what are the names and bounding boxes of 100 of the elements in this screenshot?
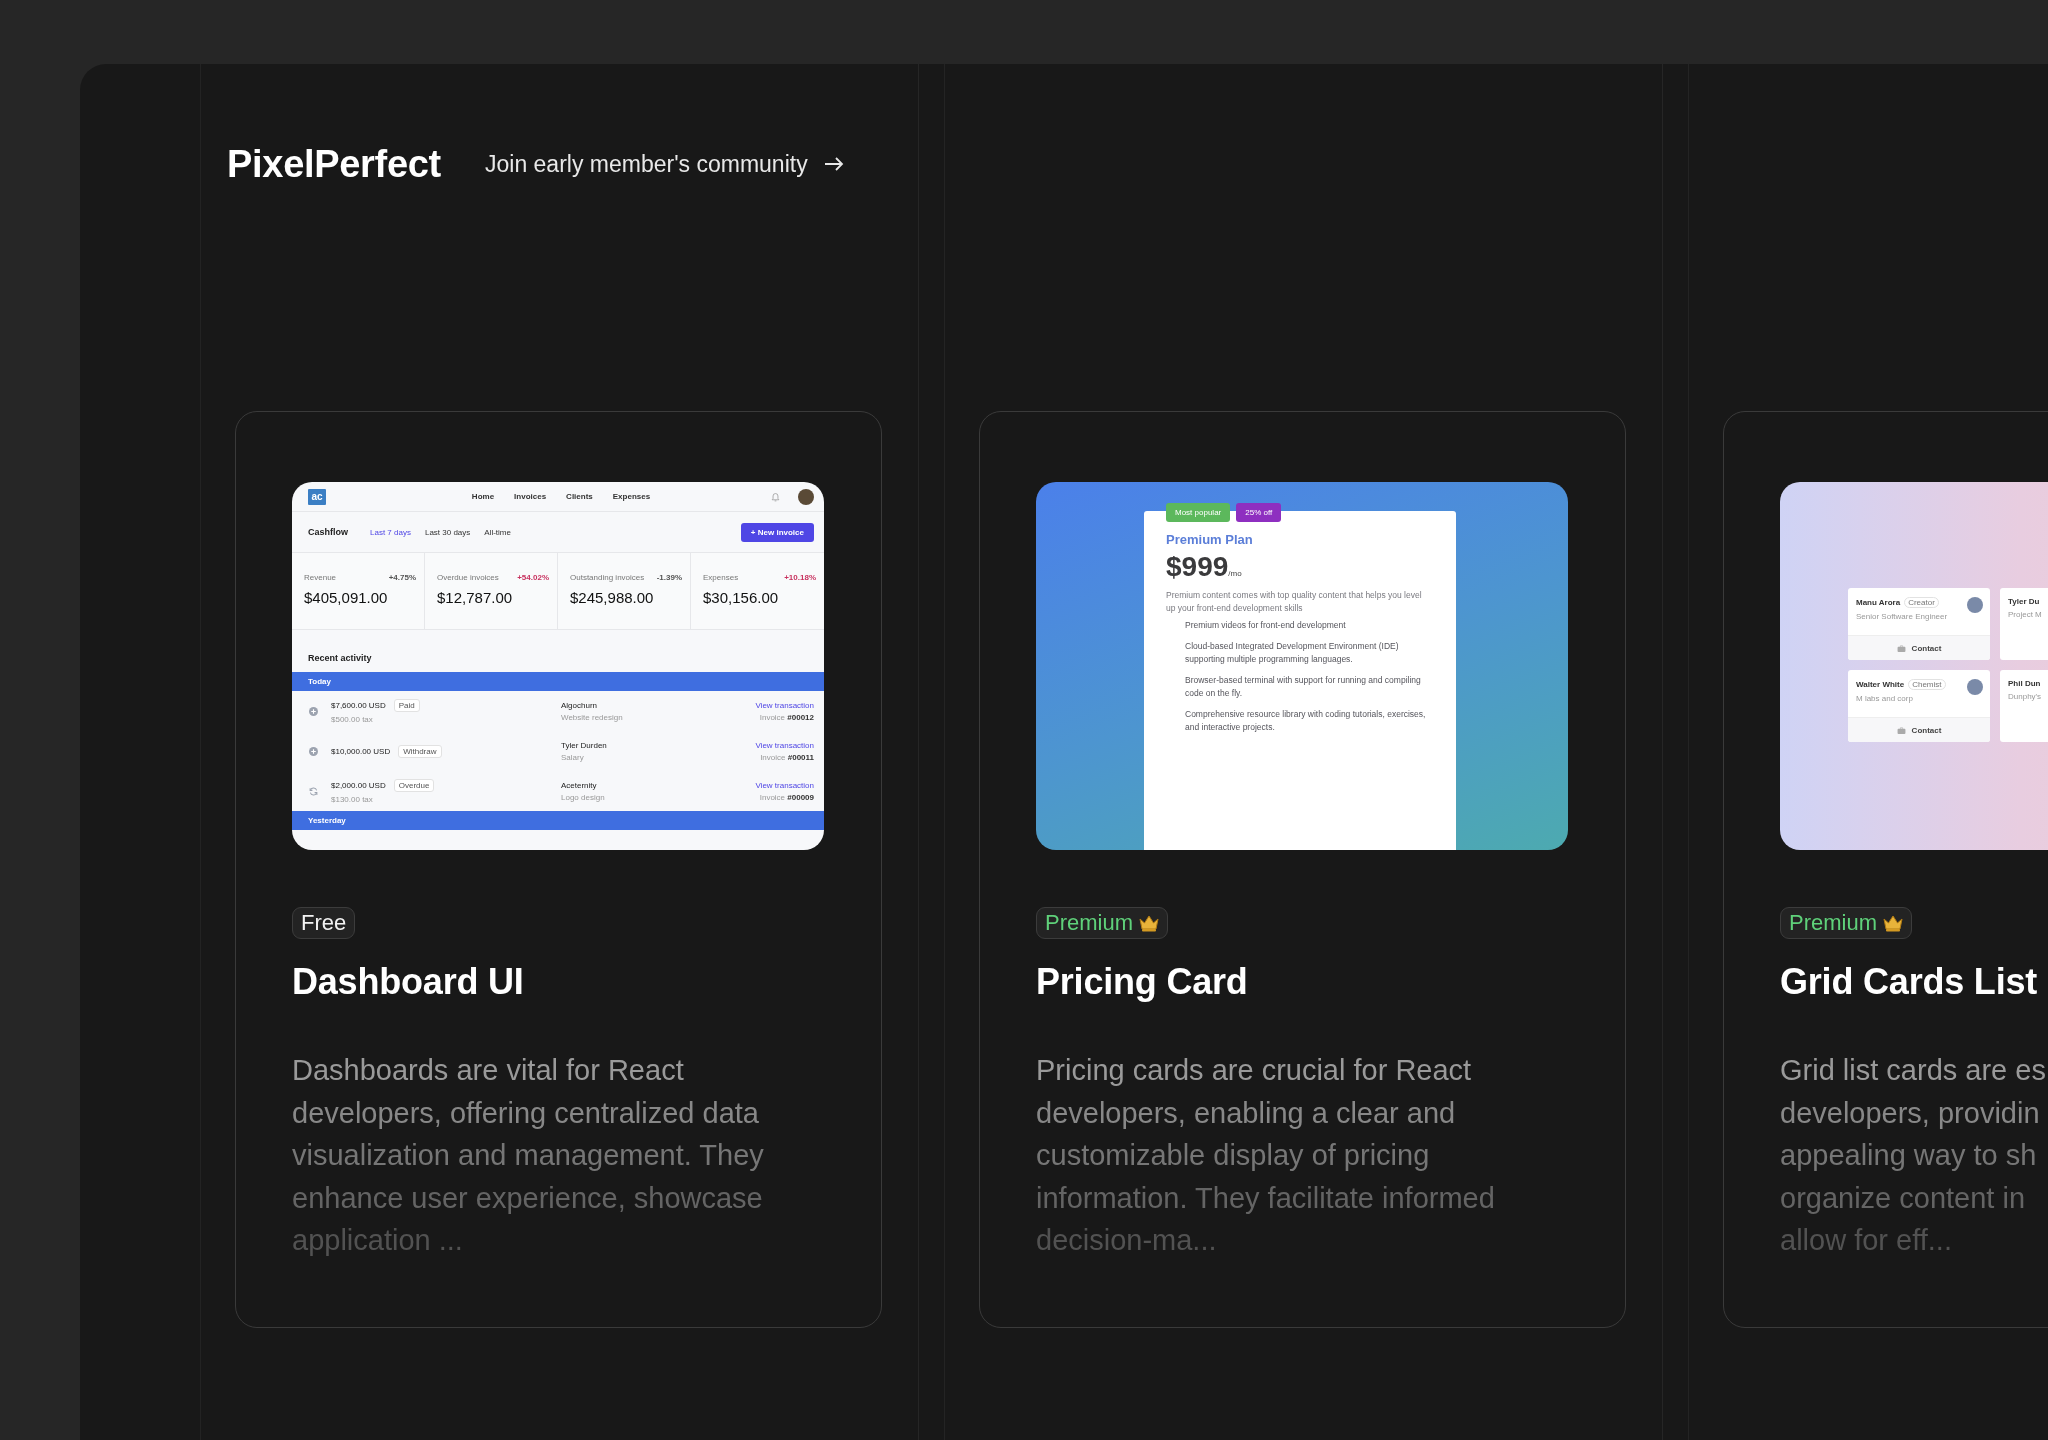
description-line: enhance user experience, showcase: [292, 1180, 763, 1216]
invoice-number: #00011: [787, 752, 814, 762]
person-subtitle: M labs and corp: [1856, 694, 1914, 703]
status-tag: Paid: [393, 698, 420, 712]
nav-link[interactable]: Home: [471, 492, 495, 501]
person-subtitle: Dunphy's: [2008, 692, 2042, 701]
description-line: organize content in: [1780, 1180, 2026, 1216]
stat-change: +4.75%: [388, 573, 416, 582]
feature-text: Premium videos for front-end development: [1185, 619, 1347, 632]
person-name: Phil Dun: [2008, 679, 2041, 688]
avatar: [798, 488, 814, 505]
section-title: Cashflow: [308, 527, 348, 537]
new-invoice-button[interactable]: + New invoice: [740, 522, 814, 542]
view-transaction-link[interactable]: View transaction: [755, 700, 814, 710]
card-title: Dashboard UI: [292, 961, 525, 1003]
avatar: [1967, 597, 1983, 613]
arrow-icon: [823, 157, 844, 171]
description-line: visualization and management. They: [292, 1138, 764, 1173]
invoice-label: Invoice: [759, 792, 786, 802]
nav-link[interactable]: Invoices: [514, 492, 547, 501]
stat-value: $12,787.00: [437, 589, 514, 606]
tier-badge: Free: [292, 907, 356, 939]
invoice-label: Invoice: [760, 752, 786, 762]
nav-link[interactable]: Clients: [566, 492, 593, 501]
person-subtitle: Project M: [2008, 610, 2042, 619]
description-line: Dashboards are vital for React: [292, 1053, 684, 1088]
avatar: [1967, 679, 1983, 695]
plan-tag: 25% off: [1236, 503, 1282, 522]
brand-logo: PixelPerfect: [227, 142, 441, 186]
description-line: Grid list cards are es: [1780, 1053, 2046, 1088]
description-line: information. They facilitate informed: [1036, 1180, 1495, 1216]
contact-button[interactable]: Contact: [1911, 643, 1942, 653]
briefcase-icon: [1896, 644, 1906, 652]
view-transaction-link[interactable]: View transaction: [755, 780, 814, 790]
invoice-label: Invoice: [759, 712, 786, 722]
project-text: Logo design: [561, 792, 606, 802]
person-name: Walter White: [1856, 680, 1905, 689]
amount-text: $7,600.00 USD: [331, 700, 386, 710]
description-line: customizable display of pricing: [1036, 1138, 1430, 1173]
amount-text: $10,000.00 USD: [331, 746, 391, 756]
crown-icon: [1883, 914, 1903, 932]
plan-price: $999: [1166, 551, 1229, 583]
plan-description: Premium content comes with top quality content that helps you level up your front-end development skills: [1166, 589, 1423, 615]
range-tab[interactable]: Last 7 days: [370, 527, 411, 537]
stat-change: +10.18%: [784, 573, 816, 582]
price-period: /mo: [1228, 569, 1242, 578]
client-name: Tyler Durden: [561, 740, 608, 750]
date-group-bar: Today: [292, 672, 824, 691]
bell-icon: [771, 491, 780, 502]
stat-value: $245,988.00: [570, 589, 655, 606]
person-name: Manu Arora: [1856, 598, 1901, 607]
tier-badge: Premium: [1036, 907, 1168, 939]
stat-label: Revenue: [304, 573, 337, 582]
description-line: developers, enabling a clear and: [1036, 1095, 1456, 1131]
client-name: Aceternity: [561, 780, 598, 790]
person-name: Tyler Du: [2008, 597, 2040, 606]
card-title: Pricing Card: [1036, 961, 1249, 1003]
stat-value: $405,091.00: [304, 589, 389, 606]
activity-title: Recent activity: [307, 652, 373, 665]
feature-text: Cloud-based Integrated Development Environment (IDE) supporting multiple programming languages.: [1185, 640, 1400, 666]
description-line: developers, offering centralized data: [292, 1095, 759, 1131]
feature-text: Browser-based terminal with support for running and compiling code on the fly.: [1185, 674, 1422, 700]
stat-change: +54.02%: [517, 573, 549, 582]
amount-text: $2,000.00 USD: [331, 780, 386, 790]
status-tag: Overdue: [393, 778, 435, 792]
description-line: Pricing cards are crucial for React: [1036, 1053, 1472, 1088]
description-line: developers, providin: [1780, 1095, 2040, 1131]
stat-label: Expenses: [703, 573, 739, 582]
range-tab[interactable]: All-time: [484, 527, 511, 537]
project-text: Salary: [561, 752, 585, 762]
card-title: Grid Cards List: [1780, 961, 2039, 1003]
stat-value: $30,156.00: [703, 589, 780, 606]
stat-label: Overdue invoices: [437, 573, 499, 582]
tax-text: $500.00 tax: [331, 714, 374, 724]
person-subtitle: Senior Software Engineer: [1856, 612, 1948, 621]
view-transaction-link[interactable]: View transaction: [755, 740, 814, 750]
plan-name: Premium Plan: [1166, 532, 1254, 547]
stat-label: Outstanding invoices: [570, 573, 645, 582]
plan-tag: Most popular: [1166, 503, 1231, 522]
invoice-number: #00009: [787, 792, 814, 802]
client-name: Algochurn: [561, 700, 599, 710]
date-group-bar: Yesterday: [292, 811, 824, 830]
description-line: appealing way to sh: [1780, 1138, 2037, 1173]
feature-text: Comprehensive resource library with coding tutorials, exercises, and interactive projects.: [1185, 708, 1427, 734]
invoice-number: #00012: [787, 712, 814, 722]
project-text: Website redesign: [561, 712, 624, 722]
status-tag: Withdraw: [398, 744, 442, 758]
tax-text: $130.00 tax: [331, 794, 374, 804]
app-logo: ac: [308, 488, 326, 505]
description-line: allow for eff...: [1780, 1223, 1952, 1258]
description-line: application ...: [292, 1223, 463, 1258]
tier-badge: Premium: [1780, 907, 1912, 939]
crown-icon: [1139, 914, 1159, 932]
stat-change: -1.39%: [656, 573, 682, 582]
range-tab[interactable]: Last 30 days: [424, 527, 471, 537]
community-link[interactable]: Join early member's community: [485, 150, 844, 178]
description-line: decision-ma...: [1036, 1223, 1217, 1258]
contact-button[interactable]: Contact: [1911, 725, 1942, 735]
briefcase-icon: [1896, 726, 1906, 734]
nav-link[interactable]: Expenses: [612, 492, 651, 501]
